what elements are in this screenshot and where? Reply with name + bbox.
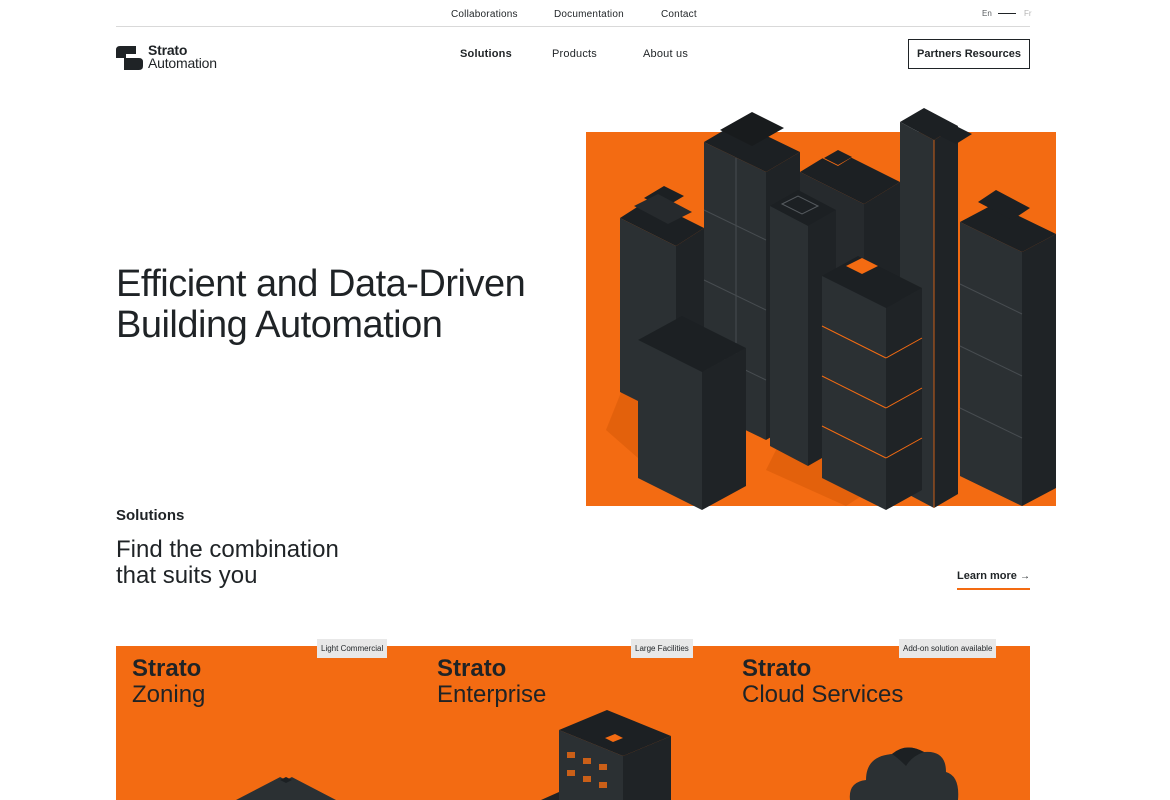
- lang-en[interactable]: En: [982, 9, 992, 18]
- learn-more-label: Learn more: [957, 570, 1017, 582]
- hero-title-line-2: Building Automation: [116, 304, 443, 346]
- enterprise-building-illustration: [541, 710, 671, 800]
- strato-logo-icon: [116, 46, 143, 70]
- cloud-illustration: [849, 747, 959, 800]
- learn-more-link[interactable]: Learn more →: [957, 570, 1030, 590]
- solutions-subtitle-line-1: Find the combination: [116, 536, 339, 563]
- card-strato-enterprise[interactable]: Strato Enterprise: [421, 646, 725, 800]
- utility-bar: Collaborations Documentation Contact En …: [116, 0, 1032, 27]
- link-contact[interactable]: Contact: [661, 9, 697, 20]
- nav-about-us[interactable]: About us: [643, 48, 688, 60]
- badge-add-on-solution: Add-on solution available: [899, 639, 997, 658]
- solutions-subtitle-line-2: that suits you: [116, 562, 258, 589]
- hero-buildings-illustration: [586, 108, 1056, 510]
- badge-light-commercial: Light Commercial: [317, 639, 388, 658]
- solutions-cards: Strato Zoning Strato Enterprise Strato C…: [116, 646, 1030, 800]
- zoning-building-illustration: [236, 772, 336, 800]
- logo[interactable]: Strato Automation: [116, 43, 236, 74]
- logo-line-2: Automation: [148, 55, 217, 71]
- card-brand: Strato: [437, 655, 507, 682]
- card-strato-cloud-services[interactable]: Strato Cloud Services: [726, 646, 1030, 800]
- arrow-right-icon: →: [1020, 571, 1030, 582]
- badge-large-facilities: Large Facilities: [631, 639, 693, 658]
- solutions-label: Solutions: [116, 507, 185, 524]
- hero-title: Efficient and Data-Driven Building Autom…: [116, 264, 576, 346]
- lang-fr[interactable]: Fr: [1024, 9, 1032, 18]
- card-brand: Strato: [742, 655, 812, 682]
- link-documentation[interactable]: Documentation: [554, 9, 624, 20]
- card-strato-zoning[interactable]: Strato Zoning: [116, 646, 420, 800]
- lang-divider: [998, 13, 1016, 14]
- nav-products[interactable]: Products: [552, 48, 597, 60]
- partners-resources-button[interactable]: Partners Resources: [908, 39, 1030, 69]
- card-name: Zoning: [132, 681, 206, 708]
- nav-solutions[interactable]: Solutions: [460, 48, 512, 60]
- hero-title-line-1: Efficient and Data-Driven: [116, 263, 526, 305]
- link-collaborations[interactable]: Collaborations: [451, 9, 518, 20]
- card-name: Enterprise: [437, 681, 547, 708]
- card-name: Cloud Services: [742, 681, 904, 708]
- solutions-subtitle: Find the combination that suits you: [116, 537, 436, 589]
- card-brand: Strato: [132, 655, 202, 682]
